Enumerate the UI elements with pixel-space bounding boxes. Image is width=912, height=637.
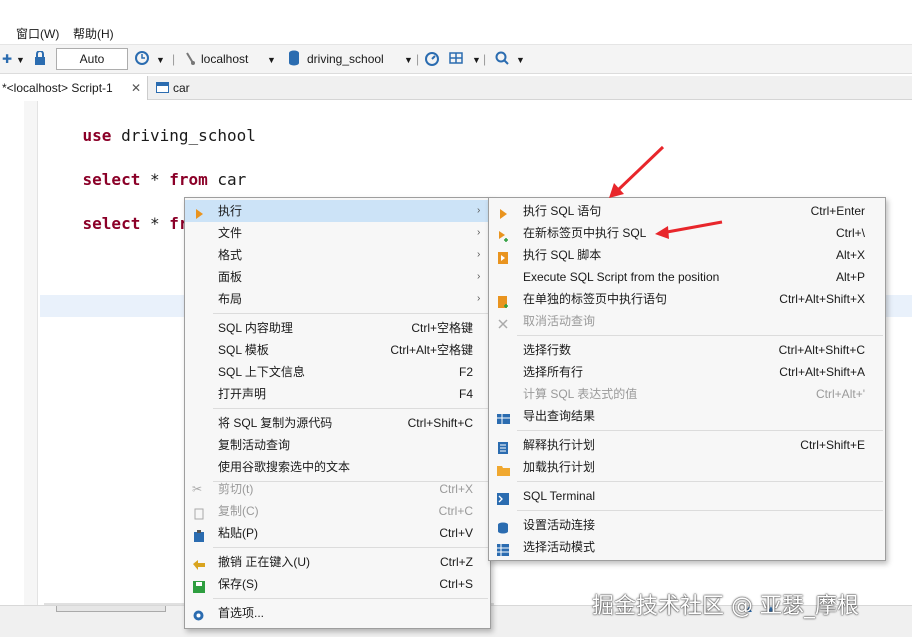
watermark: 掘金技术社区 @ 亚瑟_摩根 [592, 594, 859, 619]
annotation-arrows [609, 145, 723, 239]
annotation-arrow-2 [655, 220, 723, 239]
annotation-arrow-1 [609, 145, 665, 198]
